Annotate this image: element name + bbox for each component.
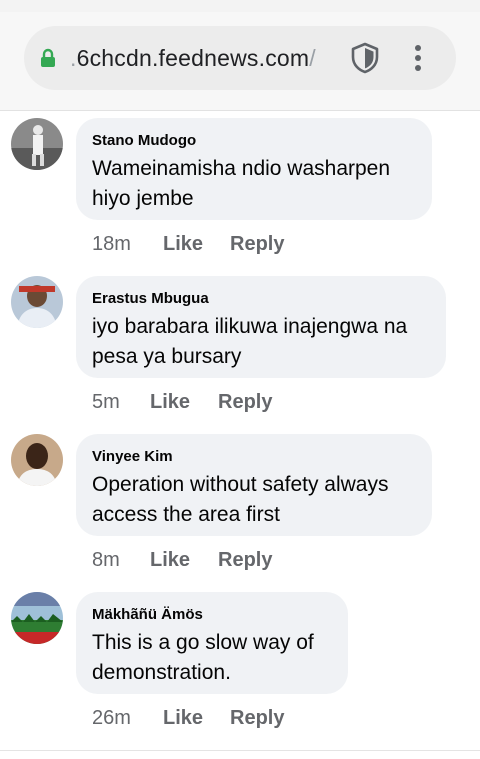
url-domain: 6chcdn.feednews.com (76, 45, 310, 71)
comment-text: Wameinamisha ndio washarpen hiyo jembe (92, 154, 390, 214)
reply-button[interactable]: Reply (230, 707, 284, 730)
avatar[interactable] (11, 276, 63, 328)
comment-bubble: Mäkhãñü Ämös This is a go slow way of de… (76, 592, 348, 694)
comment-bubble: Vinyee Kim Operation without safety alwa… (76, 434, 432, 536)
comment-text-line: pesa ya bursary (92, 345, 242, 368)
avatar-image (11, 434, 63, 486)
like-button[interactable]: Like (150, 549, 190, 572)
browser-toolbar: .6chcdn.feednews.com/ (0, 0, 480, 111)
url-text[interactable]: .6chcdn.feednews.com/ (70, 45, 316, 72)
avatar-image (11, 592, 63, 644)
comment-text-line: iyo barabara ilikuwa inajengwa na (92, 315, 408, 338)
comment-time[interactable]: 5m (92, 391, 120, 414)
url-suffix: / (309, 45, 316, 71)
comment-author[interactable]: Erastus Mbugua (92, 290, 209, 307)
comment-text-line: access the area first (92, 503, 280, 526)
more-vert-icon[interactable] (408, 44, 428, 72)
url-prefix: . (70, 45, 77, 71)
avatar-image (11, 276, 63, 328)
divider (0, 750, 480, 751)
avatar-image (11, 118, 63, 170)
avatar[interactable] (11, 592, 63, 644)
comment-text-line: hiyo jembe (92, 187, 194, 210)
status-bar (0, 0, 480, 12)
lock-icon[interactable] (38, 48, 58, 68)
comment-author[interactable]: Stano Mudogo (92, 132, 196, 149)
like-button[interactable]: Like (163, 233, 203, 256)
comment-text-line: This is a go slow way of (92, 631, 314, 654)
address-bar[interactable]: .6chcdn.feednews.com/ (24, 26, 456, 90)
comment-text: This is a go slow way of demonstration. (92, 628, 314, 688)
reply-button[interactable]: Reply (218, 391, 272, 414)
like-button[interactable]: Like (150, 391, 190, 414)
comment-text-line: Wameinamisha ndio washarpen (92, 157, 391, 180)
comment-text-line: demonstration. (92, 661, 231, 684)
reply-button[interactable]: Reply (218, 549, 272, 572)
comment-text: iyo barabara ilikuwa inajengwa na pesa y… (92, 312, 407, 372)
reply-button[interactable]: Reply (230, 233, 284, 256)
comment-bubble: Stano Mudogo Wameinamisha ndio washarpen… (76, 118, 432, 220)
like-button[interactable]: Like (163, 707, 203, 730)
comment-time[interactable]: 18m (92, 233, 131, 256)
shield-icon[interactable] (350, 42, 380, 74)
avatar[interactable] (11, 434, 63, 486)
comment-author[interactable]: Mäkhãñü Ämös (92, 606, 203, 623)
comment-time[interactable]: 8m (92, 549, 120, 572)
comment-bubble: Erastus Mbugua iyo barabara ilikuwa inaj… (76, 276, 446, 378)
avatar[interactable] (11, 118, 63, 170)
comment-time[interactable]: 26m (92, 707, 131, 730)
comment-author[interactable]: Vinyee Kim (92, 448, 173, 465)
comment-text: Operation without safety always access t… (92, 470, 388, 530)
comment-text-line: Operation without safety always (92, 473, 389, 496)
